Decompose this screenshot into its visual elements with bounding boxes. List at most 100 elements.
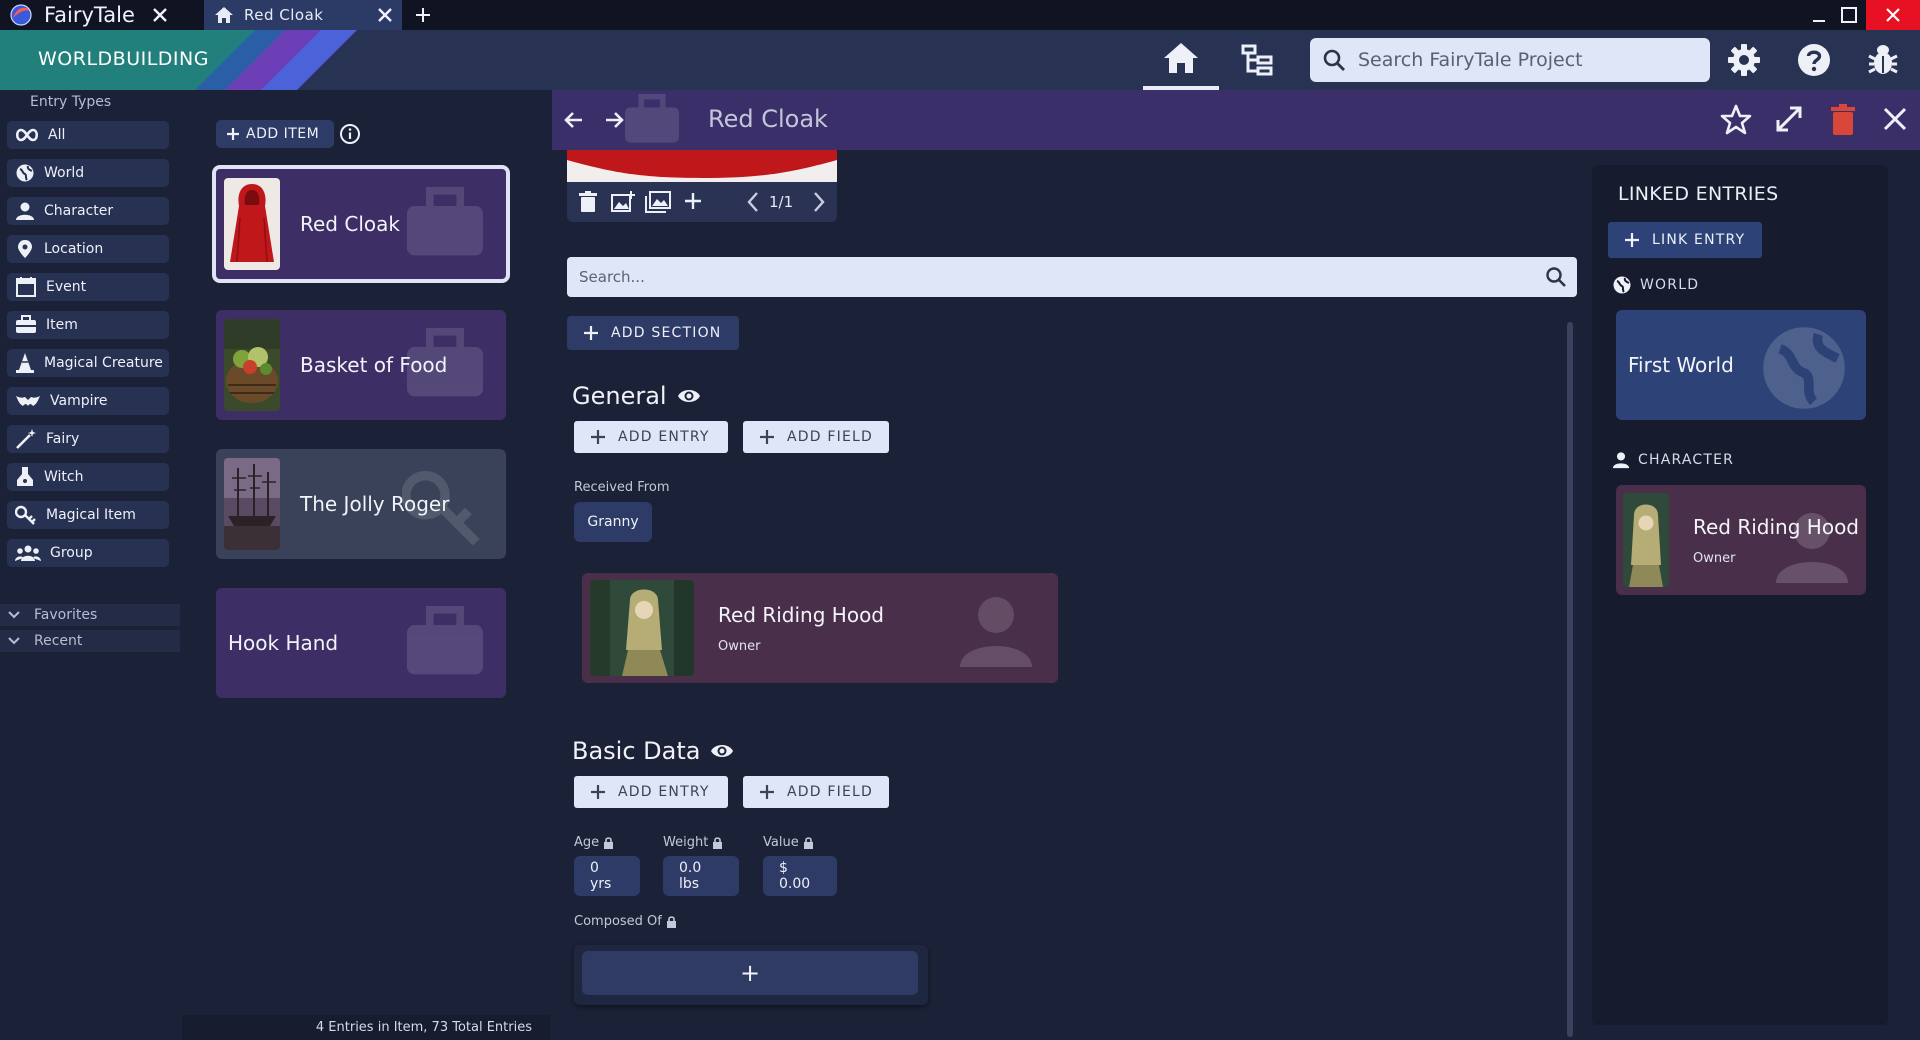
tab-red-cloak[interactable]: Red Cloak: [204, 0, 402, 30]
close-icon: [1886, 8, 1900, 22]
type-item-item[interactable]: Item: [7, 311, 169, 339]
detail-header: Red Cloak: [552, 90, 1920, 150]
add-field-button[interactable]: ADD FIELD: [743, 421, 889, 453]
home-nav-button[interactable]: [1143, 30, 1219, 90]
section-title-general: General: [572, 382, 701, 410]
help-icon[interactable]: [1796, 42, 1832, 78]
entry-card-the-jolly-roger[interactable]: The Jolly Roger: [216, 449, 506, 559]
trash-icon[interactable]: [1830, 104, 1856, 136]
person-icon: [16, 202, 34, 220]
global-search[interactable]: [1310, 38, 1710, 82]
person-icon: [960, 597, 1032, 667]
scrollbar[interactable]: [1567, 322, 1573, 1037]
type-item-event[interactable]: Event: [7, 273, 169, 301]
expand-icon[interactable]: [1774, 104, 1804, 134]
chip-value: Granny: [587, 514, 639, 530]
link-entry-button[interactable]: LINK ENTRY: [1608, 222, 1762, 258]
back-arrow-icon[interactable]: [562, 108, 586, 132]
entry-name: Red Cloak: [300, 212, 400, 236]
add-entry-button[interactable]: ADD ENTRY: [574, 776, 728, 808]
link-entry-label: LINK ENTRY: [1652, 232, 1746, 248]
type-item-location[interactable]: Location: [7, 235, 169, 263]
image-toolbar: 1/1: [567, 182, 837, 222]
type-item-magical-item[interactable]: Magical Item: [7, 501, 169, 529]
received-from-chip[interactable]: Granny: [574, 502, 652, 542]
status-bar: 4 Entries in Item, 73 Total Entries: [182, 1015, 550, 1040]
minimize-icon[interactable]: [1808, 4, 1830, 26]
lock-icon: [604, 836, 614, 849]
recent-toggle[interactable]: Recent: [0, 630, 180, 652]
field-label-text: Age: [574, 835, 600, 850]
gear-icon[interactable]: [1726, 42, 1762, 78]
weight-chip[interactable]: 0.0 lbs: [663, 856, 739, 896]
type-item-witch[interactable]: Witch: [7, 463, 169, 491]
plus-icon: [227, 128, 239, 140]
close-icon[interactable]: [1880, 104, 1910, 134]
eye-icon[interactable]: [677, 387, 701, 405]
add-entry-button[interactable]: ADD ENTRY: [574, 421, 728, 453]
type-item-group[interactable]: Group: [7, 539, 169, 567]
section-search[interactable]: [567, 257, 1577, 297]
add-entry-label: ADD ENTRY: [618, 429, 710, 445]
maximize-icon[interactable]: [1838, 4, 1860, 26]
entry-cover-image: [567, 150, 837, 182]
app-tab[interactable]: FairyTale: [0, 0, 200, 30]
chevron-down-icon: [8, 637, 20, 645]
add-item-button[interactable]: ADD ITEM: [216, 120, 334, 148]
global-search-input[interactable]: [1358, 49, 1698, 71]
linked-character-card[interactable]: Red Riding Hood Owner: [582, 573, 1058, 683]
close-icon[interactable]: [149, 4, 171, 26]
briefcase-icon: [407, 328, 483, 397]
window-close-button[interactable]: [1866, 0, 1920, 30]
add-image-icon[interactable]: [611, 191, 635, 213]
app-header: WORLDBUILDING: [0, 30, 1920, 90]
character-thumbnail: [1623, 493, 1669, 587]
linked-group-character: CHARACTER: [1612, 451, 1734, 469]
plus-icon[interactable]: [683, 191, 703, 211]
plus-icon[interactable]: [413, 5, 433, 25]
entry-card-hook-hand[interactable]: Hook Hand: [216, 588, 506, 698]
bug-icon[interactable]: [1866, 42, 1900, 78]
composed-add-button[interactable]: +: [582, 951, 918, 995]
close-icon[interactable]: [374, 4, 396, 26]
chevron-left-icon[interactable]: [745, 191, 761, 213]
hierarchy-icon[interactable]: [1240, 43, 1274, 77]
entry-list-panel: ADD ITEM Red Cloak Basket of Food The Jo…: [182, 90, 550, 1040]
entry-detail-panel: Red Cloak 1/1 ADD SECTION General ADD E: [552, 90, 1920, 1040]
info-icon[interactable]: [339, 123, 361, 145]
type-item-fairy[interactable]: Fairy: [7, 425, 169, 453]
gallery-icon[interactable]: [645, 191, 671, 213]
age-chip[interactable]: 0 yrs: [574, 856, 640, 896]
character-name: Red Riding Hood: [718, 602, 884, 627]
globe-icon: [16, 164, 34, 182]
type-label: World: [44, 165, 85, 181]
entry-card-red-cloak[interactable]: Red Cloak: [212, 165, 510, 283]
add-field-button[interactable]: ADD FIELD: [743, 776, 889, 808]
type-label: Witch: [44, 469, 84, 485]
type-label: All: [48, 127, 66, 143]
star-icon[interactable]: [1720, 104, 1752, 136]
type-item-all[interactable]: All: [7, 121, 169, 149]
type-item-magical-creature[interactable]: Magical Creature: [7, 349, 169, 377]
field-label-age: Age: [574, 835, 614, 850]
linked-card-first-world[interactable]: First World: [1616, 310, 1866, 420]
linked-entries-title: LINKED ENTRIES: [1618, 183, 1779, 205]
type-item-vampire[interactable]: Vampire: [7, 387, 169, 415]
trash-icon[interactable]: [579, 191, 597, 213]
entry-card-basket-of-food[interactable]: Basket of Food: [216, 310, 506, 420]
field-label-text: Composed Of: [574, 914, 662, 929]
eye-icon[interactable]: [710, 742, 734, 760]
type-item-world[interactable]: World: [7, 159, 169, 187]
linked-card-red-riding-hood[interactable]: Red Riding Hood Owner: [1616, 485, 1866, 595]
entry-types-sidebar: Entry Types All World Character Location…: [0, 90, 180, 1040]
type-item-character[interactable]: Character: [7, 197, 169, 225]
chevron-down-icon: [8, 611, 20, 619]
section-search-input[interactable]: [579, 268, 1519, 286]
tab-label: Red Cloak: [244, 6, 324, 24]
plus-icon: [584, 326, 598, 340]
chevron-right-icon[interactable]: [811, 191, 827, 213]
add-section-button[interactable]: ADD SECTION: [567, 316, 739, 350]
image-pager: 1/1: [769, 193, 794, 211]
favorites-toggle[interactable]: Favorites: [0, 604, 180, 626]
value-chip[interactable]: $ 0.00: [763, 856, 837, 896]
